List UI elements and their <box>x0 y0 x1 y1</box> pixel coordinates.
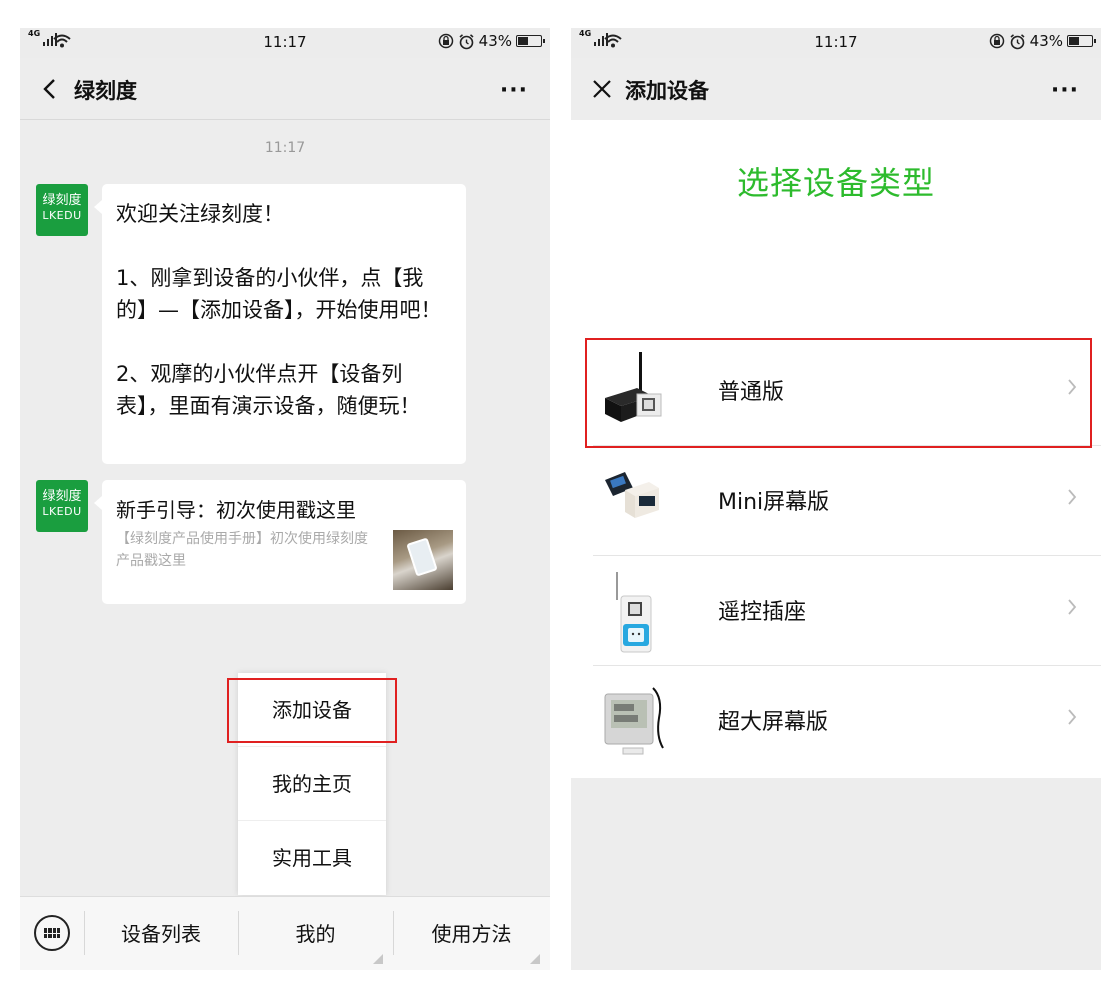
alarm-icon <box>459 33 474 49</box>
article-title: 新手引导：初次使用戳这里 <box>116 498 356 522</box>
device-type-remote-socket[interactable]: 遥控插座 <box>571 556 1101 666</box>
battery-percent: 43% <box>1029 32 1063 50</box>
add-device-nav-bar: 添加设备 ··· <box>571 58 1101 120</box>
chat-screen: 4G 11:17 43% 绿刻度 ··· 11:17 绿刻度 LKEDU 欢迎关… <box>20 28 550 970</box>
alarm-icon <box>1010 33 1025 49</box>
device-name: 超大屏幕版 <box>718 710 829 735</box>
article-thumbnail <box>393 530 453 590</box>
more-icon[interactable]: ··· <box>500 78 528 103</box>
close-icon[interactable] <box>589 74 615 104</box>
more-icon[interactable]: ··· <box>1051 78 1079 103</box>
menu-mine[interactable]: 我的 <box>238 897 393 970</box>
welcome-message: 欢迎关注绿刻度！ 1、刚拿到设备的小伙伴，点【我的】—【添加设备】，开始使用吧！… <box>116 202 442 418</box>
device-image <box>616 572 652 653</box>
chevron-right-icon <box>1068 489 1077 505</box>
welcome-message-bubble: 欢迎关注绿刻度！ 1、刚拿到设备的小伙伴，点【我的】—【添加设备】，开始使用吧！… <box>94 184 466 464</box>
article-description: 【绿刻度产品使用手册】初次使用绿刻度产品戳这里 <box>116 531 368 569</box>
menu-usage[interactable]: 使用方法 <box>393 897 550 970</box>
lock-rotation-icon <box>438 33 453 49</box>
chat-nav-bar: 绿刻度 ··· <box>20 58 550 120</box>
avatar[interactable]: 绿刻度 LKEDU <box>36 480 88 532</box>
back-icon[interactable] <box>38 74 64 104</box>
chevron-right-icon <box>1068 599 1077 615</box>
device-type-panel: 选择设备类型 普通版 Mini屏幕版 遥控插座 超大屏幕版 <box>571 120 1101 778</box>
chat-timestamp: 11:17 <box>264 140 306 156</box>
select-device-type-title: 选择设备类型 <box>736 164 935 202</box>
bottom-menu-bar: 设备列表 我的 使用方法 <box>20 896 550 970</box>
battery-icon <box>1067 35 1096 47</box>
battery-percent: 43% <box>478 32 512 50</box>
highlight-box <box>585 338 1092 448</box>
status-bar: 4G 11:17 43% <box>20 28 550 58</box>
article-card[interactable]: 新手引导：初次使用戳这里 【绿刻度产品使用手册】初次使用绿刻度产品戳这里 <box>94 480 466 604</box>
device-image <box>604 687 664 755</box>
add-device-screen: 4G 11:17 43% 添加设备 ··· 选择设备类型 普通版 Mini屏幕版… <box>571 28 1101 970</box>
battery-icon <box>516 35 545 47</box>
page-title: 绿刻度 <box>74 79 137 103</box>
menu-item-tools[interactable]: 实用工具 <box>238 821 386 895</box>
device-type-mini-screen[interactable]: Mini屏幕版 <box>571 446 1101 556</box>
device-image <box>605 472 659 518</box>
menu-device-list[interactable]: 设备列表 <box>84 897 238 970</box>
menu-item-my-homepage[interactable]: 我的主页 <box>238 747 386 821</box>
keyboard-icon[interactable] <box>34 915 70 951</box>
avatar[interactable]: 绿刻度 LKEDU <box>36 184 88 236</box>
device-name: Mini屏幕版 <box>718 490 830 515</box>
highlight-box <box>227 678 397 743</box>
device-type-large-screen[interactable]: 超大屏幕版 <box>571 666 1101 776</box>
device-name: 遥控插座 <box>718 600 807 625</box>
empty-area <box>571 778 1101 970</box>
status-bar: 4G 11:17 43% <box>571 28 1101 58</box>
lock-rotation-icon <box>989 33 1004 49</box>
page-title: 添加设备 <box>625 79 709 103</box>
chevron-right-icon <box>1068 709 1077 725</box>
